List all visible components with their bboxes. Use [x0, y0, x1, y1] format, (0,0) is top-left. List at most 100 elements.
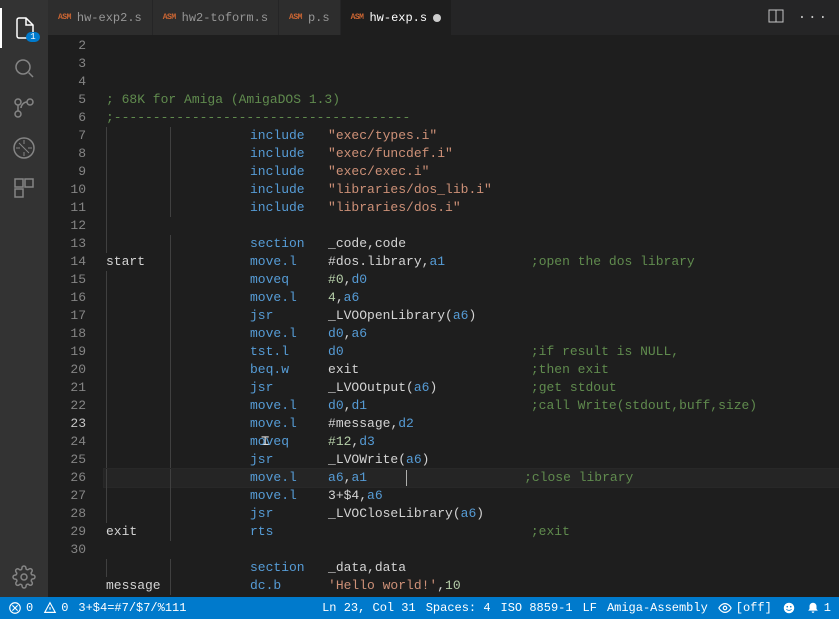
- token: include: [250, 128, 328, 143]
- code-line[interactable]: include "exec/exec.i": [104, 163, 839, 181]
- line-number: 22: [48, 397, 86, 415]
- tab-hw-exp-s[interactable]: ASMhw-exp.s: [341, 0, 453, 35]
- code-line[interactable]: startmove.l #dos.library,a1 ;open the do…: [104, 253, 839, 271]
- token: ): [468, 308, 476, 323]
- token: start: [231, 596, 270, 597]
- token: jsr: [250, 506, 328, 521]
- code-line[interactable]: tst.l d0 ;if result is NULL,: [104, 343, 839, 361]
- status-feedback[interactable]: [782, 601, 796, 615]
- status-indent[interactable]: Spaces: 4: [426, 601, 491, 615]
- code-line[interactable]: include "libraries/dos.i": [104, 199, 839, 217]
- code-line[interactable]: section _code,code: [104, 235, 839, 253]
- activity-settings[interactable]: [0, 557, 48, 597]
- token: _data,data: [328, 560, 406, 575]
- code-line[interactable]: [104, 541, 839, 559]
- token: 4: [328, 290, 336, 305]
- label: message: [106, 577, 170, 595]
- code-line[interactable]: move.l d0,d1 ;call Write(stdout,buff,siz…: [104, 397, 839, 415]
- code-line[interactable]: ; 68K for Amiga (AmigaDOS 1.3): [104, 91, 839, 109]
- code-content[interactable]: ⌶ ; 68K for Amiga (AmigaDOS 1.3);-------…: [104, 35, 839, 597]
- line-number: 12: [48, 217, 86, 235]
- token: _LVOWrite(: [328, 452, 406, 467]
- status-errors[interactable]: 0: [8, 601, 33, 615]
- token: d0: [328, 326, 344, 341]
- token: d1: [351, 398, 367, 413]
- token: d0: [351, 272, 367, 287]
- line-number: 3: [48, 55, 86, 73]
- status-cursor-pos[interactable]: Ln 23, Col 31: [322, 601, 416, 615]
- line-number: 19: [48, 343, 86, 361]
- token: ): [422, 452, 430, 467]
- token: ;then exit: [531, 362, 609, 377]
- token: include: [250, 200, 328, 215]
- token: ;: [106, 596, 168, 597]
- token: ;if result is NULL,: [531, 344, 679, 359]
- status-eol[interactable]: LF: [583, 601, 597, 615]
- token: ;call Write(stdout,buff,size): [531, 398, 757, 413]
- code-line[interactable]: move.l 3+$4,a6: [104, 487, 839, 505]
- activity-source-control[interactable]: [0, 88, 48, 128]
- status-preview[interactable]: [off]: [718, 601, 772, 615]
- code-line[interactable]: exitrts ;exit: [104, 523, 839, 541]
- split-editor-icon[interactable]: [768, 8, 784, 28]
- line-number: 23: [48, 415, 86, 433]
- tab-p-s[interactable]: ASMp.s: [279, 0, 341, 35]
- more-actions-icon[interactable]: ···: [798, 10, 829, 26]
- line-number: 16: [48, 289, 86, 307]
- status-encoding[interactable]: ISO 8859-1: [501, 601, 573, 615]
- line-number: 24: [48, 433, 86, 451]
- tab-hw2-toform-s[interactable]: ASMhw2-toform.s: [153, 0, 279, 35]
- code-line[interactable]: include "exec/types.i": [104, 127, 839, 145]
- status-language[interactable]: Amiga-Assembly: [607, 601, 708, 615]
- code-line[interactable]: jsr _LVOOpenLibrary(a6): [104, 307, 839, 325]
- code-line[interactable]: move.l #message,d2: [104, 415, 839, 433]
- code-line[interactable]: move.l 4,a6: [104, 289, 839, 307]
- token: "libraries/dos.i": [328, 200, 461, 215]
- code-line[interactable]: messagedc.b 'Hello world!',10: [104, 577, 839, 595]
- code-line[interactable]: moveq #0,d0: [104, 271, 839, 289]
- code-line[interactable]: include "libraries/dos_lib.i": [104, 181, 839, 199]
- activity-explorer[interactable]: 1: [0, 8, 48, 48]
- asm-file-icon: ASM: [289, 13, 302, 22]
- token: d2: [398, 416, 414, 431]
- token: a6: [351, 326, 367, 341]
- tab-hw-exp2-s[interactable]: ASMhw-exp2.s: [48, 0, 153, 35]
- token: a6: [367, 488, 383, 503]
- status-warnings[interactable]: 0: [43, 601, 68, 615]
- editor[interactable]: 2345678910111213141516171819202122232425…: [48, 35, 839, 597]
- token: jsr: [250, 380, 328, 395]
- token: moveq: [250, 434, 328, 449]
- token: 'Hello world!': [328, 578, 437, 593]
- code-line[interactable]: moveq #12,d3: [104, 433, 839, 451]
- status-eval[interactable]: 3+$4=#7/$7/%111: [78, 601, 186, 615]
- dirty-indicator-icon: [433, 14, 441, 22]
- token: move.l: [250, 254, 328, 269]
- line-number: 10: [48, 181, 86, 199]
- token: ;--------------------------------------: [106, 110, 410, 125]
- tab-label: hw-exp.s: [369, 11, 427, 25]
- code-line[interactable]: jsr _LVOWrite(a6): [104, 451, 839, 469]
- code-line[interactable]: move.l a6,a1 ;close library: [104, 469, 839, 487]
- code-line[interactable]: ; end start: [104, 595, 839, 597]
- token: a1: [429, 254, 445, 269]
- tab-bar: ASMhw-exp2.sASMhw2-toform.sASMp.sASMhw-e…: [48, 0, 839, 35]
- token: ;exit: [531, 524, 570, 539]
- code-line[interactable]: beq.w exit ;then exit: [104, 361, 839, 379]
- token: a6: [453, 308, 469, 323]
- code-line[interactable]: [104, 217, 839, 235]
- token: ;get stdout: [531, 380, 617, 395]
- code-line[interactable]: move.l d0,a6: [104, 325, 839, 343]
- activity-debug[interactable]: [0, 128, 48, 168]
- line-number: 27: [48, 487, 86, 505]
- status-notifications[interactable]: 1: [806, 601, 831, 615]
- code-line[interactable]: jsr _LVOCloseLibrary(a6): [104, 505, 839, 523]
- code-line[interactable]: section _data,data: [104, 559, 839, 577]
- token: ,: [336, 290, 344, 305]
- code-line[interactable]: ;--------------------------------------: [104, 109, 839, 127]
- activity-search[interactable]: [0, 48, 48, 88]
- code-line[interactable]: include "exec/funcdef.i": [104, 145, 839, 163]
- token: exit: [328, 362, 359, 377]
- code-line[interactable]: jsr _LVOOutput(a6) ;get stdout: [104, 379, 839, 397]
- activity-extensions[interactable]: [0, 168, 48, 208]
- token: #0: [328, 272, 344, 287]
